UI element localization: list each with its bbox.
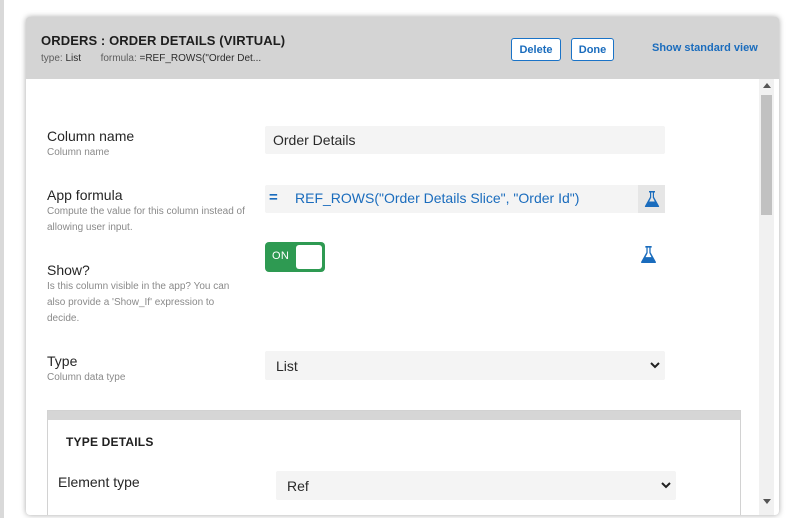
chevron-down-icon — [650, 362, 660, 369]
element-type-value: Ref — [287, 477, 309, 494]
column-name-input[interactable]: Order Details — [265, 126, 665, 154]
scroll-down-arrow-icon[interactable] — [763, 499, 771, 504]
column-name-label: Column name — [47, 128, 135, 144]
chevron-down-icon — [661, 482, 671, 489]
toggle-knob — [296, 245, 322, 269]
dialog-title: ORDERS : ORDER DETAILS (VIRTUAL) — [41, 33, 286, 48]
dialog-subtitle: type: List formula: =REF_ROWS("Order Det… — [41, 53, 261, 64]
show-label: Show? — [47, 262, 90, 278]
type-details-title: TYPE DETAILS — [66, 435, 154, 449]
show-toggle[interactable]: ON — [265, 242, 325, 272]
vertical-scrollbar[interactable] — [759, 79, 774, 515]
type-select[interactable]: List — [265, 351, 665, 380]
show-standard-view-link[interactable]: Show standard view — [652, 42, 758, 54]
type-help: Column data type — [47, 372, 126, 383]
element-type-label: Element type — [58, 474, 140, 490]
column-editor-dialog: ORDERS : ORDER DETAILS (VIRTUAL) type: L… — [26, 17, 779, 515]
app-formula-help: Compute the value for this column instea… — [47, 206, 245, 233]
flask-icon — [644, 191, 659, 207]
type-details-topbar — [48, 411, 740, 420]
dialog-header: ORDERS : ORDER DETAILS (VIRTUAL) type: L… — [26, 17, 779, 79]
show-help: Is this column visible in the app? You c… — [47, 281, 230, 324]
scrollbar-thumb[interactable] — [761, 95, 772, 215]
background-edge — [0, 0, 4, 518]
formula-caption: formula: — [100, 53, 137, 64]
formula-equals-sign: = — [269, 189, 278, 206]
type-value: List — [65, 53, 82, 64]
type-select-value: List — [276, 357, 298, 374]
type-caption: type: — [41, 53, 63, 64]
done-button[interactable]: Done — [571, 38, 614, 61]
show-if-editor-button[interactable] — [640, 245, 657, 269]
formula-editor-button[interactable] — [638, 185, 665, 213]
type-label: Type — [47, 353, 78, 369]
dialog-body: Column name Column name Order Details Ap… — [26, 79, 779, 515]
type-details-panel: TYPE DETAILS Element type Ref — [47, 410, 741, 515]
element-type-select[interactable]: Ref — [276, 471, 676, 500]
column-name-value: Order Details — [273, 132, 356, 148]
delete-button[interactable]: Delete — [511, 38, 561, 61]
column-name-help: Column name — [47, 147, 110, 158]
app-formula-label: App formula — [47, 187, 123, 203]
app-formula-value: REF_ROWS("Order Details Slice", "Order I… — [295, 190, 580, 206]
app-formula-input[interactable]: = REF_ROWS("Order Details Slice", "Order… — [265, 185, 665, 213]
scroll-up-arrow-icon[interactable] — [763, 83, 771, 88]
toggle-state-label: ON — [272, 250, 290, 262]
flask-icon — [640, 246, 657, 263]
formula-value: =REF_ROWS("Order Det... — [139, 53, 262, 64]
